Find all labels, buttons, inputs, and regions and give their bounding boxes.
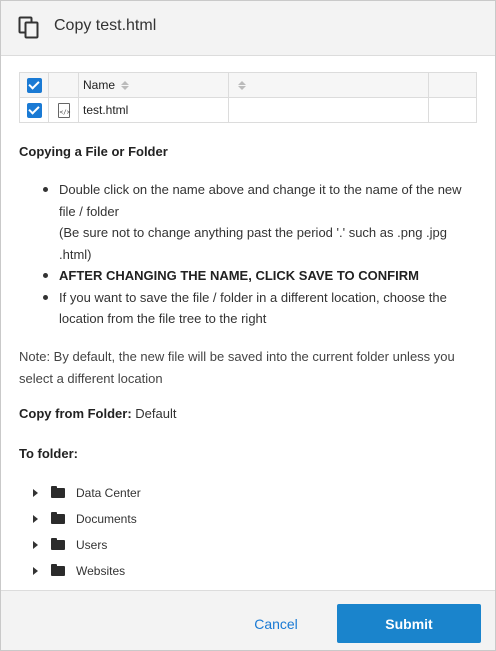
sort-icon[interactable] [121, 81, 130, 91]
instruction-text: Double click on the name above and chang… [59, 182, 462, 219]
folder-icon [51, 564, 65, 576]
extra-column-header[interactable] [228, 72, 429, 98]
file-name-cell[interactable]: test.html [78, 97, 229, 123]
extra-cell [228, 97, 429, 123]
tree-item-websites[interactable]: Websites [33, 558, 141, 584]
tree-item-data-center[interactable]: Data Center [33, 480, 141, 506]
html-file-icon: </> [57, 102, 70, 118]
to-folder-label: To folder: [19, 446, 78, 461]
icon-column-header [48, 72, 79, 98]
tree-item-users[interactable]: Users [33, 532, 141, 558]
dialog-footer: Cancel Submit [1, 590, 495, 650]
submit-button[interactable]: Submit [337, 604, 481, 643]
folder-label[interactable]: Users [76, 538, 107, 552]
caret-right-icon[interactable] [33, 489, 38, 497]
empty-cell [428, 97, 477, 123]
list-item: AFTER CHANGING THE NAME, CLICK SAVE TO C… [41, 265, 481, 287]
select-all-cell[interactable] [19, 72, 49, 98]
list-item: If you want to save the file / folder in… [41, 287, 481, 330]
tree-item-documents[interactable]: Documents [33, 506, 141, 532]
row-checkbox[interactable] [26, 102, 42, 118]
caret-right-icon[interactable] [33, 567, 38, 575]
row-select-cell[interactable] [19, 97, 49, 123]
copy-from-value: Default [135, 406, 177, 421]
file-type-cell: </> [48, 97, 79, 123]
empty-column-header [428, 72, 477, 98]
folder-icon [51, 538, 65, 550]
copy-dialog: Copy test.html Name </> test.html Copyin… [0, 0, 496, 651]
table-header-row: Name [19, 72, 477, 98]
dialog-header: Copy test.html [1, 1, 495, 56]
dialog-body: Name </> test.html Copying a File or Fol… [1, 57, 495, 590]
copy-from-label: Copy from Folder: [19, 406, 132, 421]
select-all-checkbox[interactable] [26, 77, 42, 93]
name-column-header[interactable]: Name [78, 72, 229, 98]
instructions-list: Double click on the name above and chang… [41, 179, 481, 330]
folder-icon [51, 512, 65, 524]
list-item: Double click on the name above and chang… [41, 179, 481, 265]
sort-icon[interactable] [238, 81, 246, 91]
folder-icon [51, 486, 65, 498]
folder-tree: Data Center Documents Users Websites [33, 480, 141, 584]
file-table: Name </> test.html [19, 72, 477, 123]
copy-icon [18, 16, 39, 39]
section-title: Copying a File or Folder [19, 144, 168, 159]
copy-from-folder: Copy from Folder: Default [19, 406, 177, 421]
dialog-title: Copy test.html [54, 17, 157, 34]
folder-label[interactable]: Websites [76, 564, 125, 578]
name-column-label: Name [83, 78, 116, 92]
caret-right-icon[interactable] [33, 541, 38, 549]
cancel-button[interactable]: Cancel [231, 605, 321, 643]
caret-right-icon[interactable] [33, 515, 38, 523]
folder-label[interactable]: Documents [76, 512, 137, 526]
instruction-text: If you want to save the file / folder in… [59, 289, 447, 327]
instruction-text: AFTER CHANGING THE NAME, CLICK SAVE TO C… [59, 268, 419, 283]
folder-label[interactable]: Data Center [76, 486, 141, 500]
instruction-subtext: (Be sure not to change anything past the… [59, 225, 447, 262]
table-row[interactable]: </> test.html [19, 97, 477, 123]
default-location-note: Note: By default, the new file will be s… [19, 349, 455, 386]
